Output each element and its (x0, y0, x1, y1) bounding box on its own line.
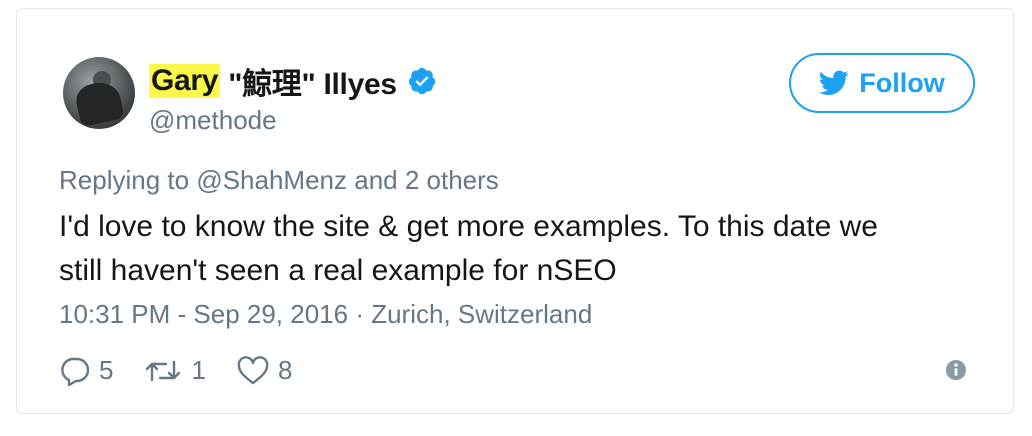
meta-separator: · (348, 299, 372, 329)
tweet-card: Gary "鯨理" Illyes @methode Follow Replyin… (16, 8, 1014, 414)
retweet-icon (146, 360, 181, 381)
avatar[interactable] (63, 57, 135, 129)
author-name[interactable]: Gary "鯨理" Illyes (149, 59, 437, 103)
tweet-meta: 10:31 PM - Sep 29, 2016 · Zurich, Switze… (59, 299, 592, 330)
like-count: 8 (277, 355, 293, 385)
verified-badge-icon (408, 67, 435, 95)
author-handle[interactable]: @methode (149, 105, 277, 136)
follow-label: Follow (859, 67, 945, 98)
tweet-text: I'd love to know the site & get more exa… (59, 205, 979, 293)
author-first-name: Gary (149, 64, 221, 98)
replying-to-link[interactable]: @ShahMenz (196, 165, 347, 195)
like-icon (237, 355, 269, 384)
tweet-actions: 5 1 8 (59, 355, 322, 386)
tweet-text-line-1: I'd love to know the site & get more exa… (59, 210, 878, 243)
retweet-count: 1 (191, 355, 206, 385)
replying-to-prefix: Replying to (59, 165, 197, 195)
twitter-bird-icon (819, 70, 849, 95)
reply-count: 5 (99, 355, 114, 385)
reply-action[interactable]: 5 (59, 355, 113, 386)
reply-icon (61, 357, 90, 386)
avatar-body-shape (73, 78, 125, 128)
like-action[interactable]: 8 (236, 355, 292, 386)
follow-button[interactable]: Follow (789, 53, 975, 113)
tweet-timestamp[interactable]: 10:31 PM - Sep 29, 2016 (59, 299, 348, 329)
tweet-location[interactable]: Zurich, Switzerland (371, 299, 592, 329)
tweet-text-line-2: still haven't seen a real example for nS… (59, 254, 617, 287)
replying-to-suffix[interactable]: and 2 others (347, 165, 499, 195)
replying-to: Replying to @ShahMenz and 2 others (59, 165, 499, 196)
info-icon[interactable] (945, 359, 967, 381)
author-rest-of-name: "鯨理" Illyes (228, 68, 397, 101)
retweet-action[interactable]: 1 (143, 355, 206, 386)
